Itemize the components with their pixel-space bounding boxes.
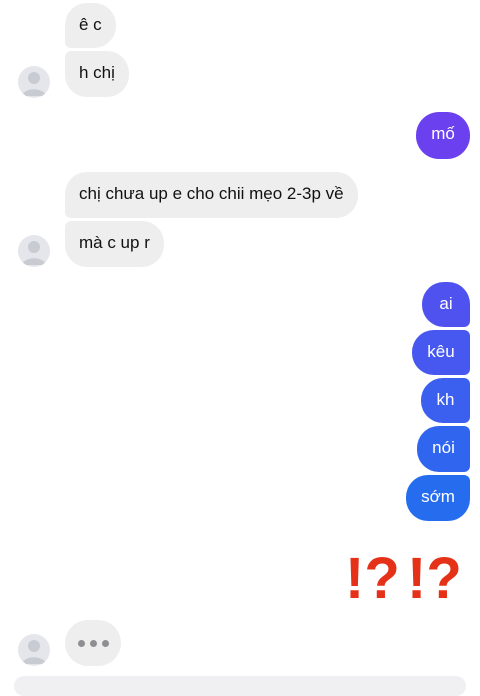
- contact-avatar[interactable]: [18, 66, 50, 98]
- message-bubble-incoming[interactable]: ê c: [65, 3, 116, 48]
- message-composer[interactable]: [14, 676, 466, 696]
- typing-dots-icon: [65, 620, 121, 666]
- message-bubble-outgoing[interactable]: ai: [422, 282, 470, 327]
- svg-text:!?: !?: [345, 546, 400, 604]
- message-bubble-outgoing[interactable]: kêu: [412, 330, 470, 375]
- typing-dot: [101, 639, 109, 647]
- message-bubble-outgoing[interactable]: kh: [421, 378, 470, 423]
- message-bubble-outgoing[interactable]: sớm: [406, 475, 470, 521]
- typing-dot: [89, 639, 97, 647]
- person-placeholder-icon: [22, 72, 46, 96]
- double-exclamation-question-icon: !? !?: [345, 542, 465, 611]
- typing-dot: [77, 639, 85, 647]
- person-placeholder-icon: [22, 241, 46, 265]
- message-bubble-outgoing[interactable]: mố: [416, 112, 470, 159]
- message-bubble-incoming[interactable]: mà c up r: [65, 221, 164, 267]
- contact-avatar[interactable]: [18, 634, 50, 666]
- message-bubble-incoming[interactable]: h chị: [65, 51, 129, 97]
- person-placeholder-icon: [22, 640, 46, 664]
- message-bubble-outgoing[interactable]: nói: [417, 426, 470, 472]
- contact-avatar[interactable]: [18, 235, 50, 267]
- message-bubble-incoming[interactable]: chị chưa up e cho chii mẹo 2-3p về: [65, 172, 358, 218]
- svg-text:!?: !?: [407, 546, 462, 604]
